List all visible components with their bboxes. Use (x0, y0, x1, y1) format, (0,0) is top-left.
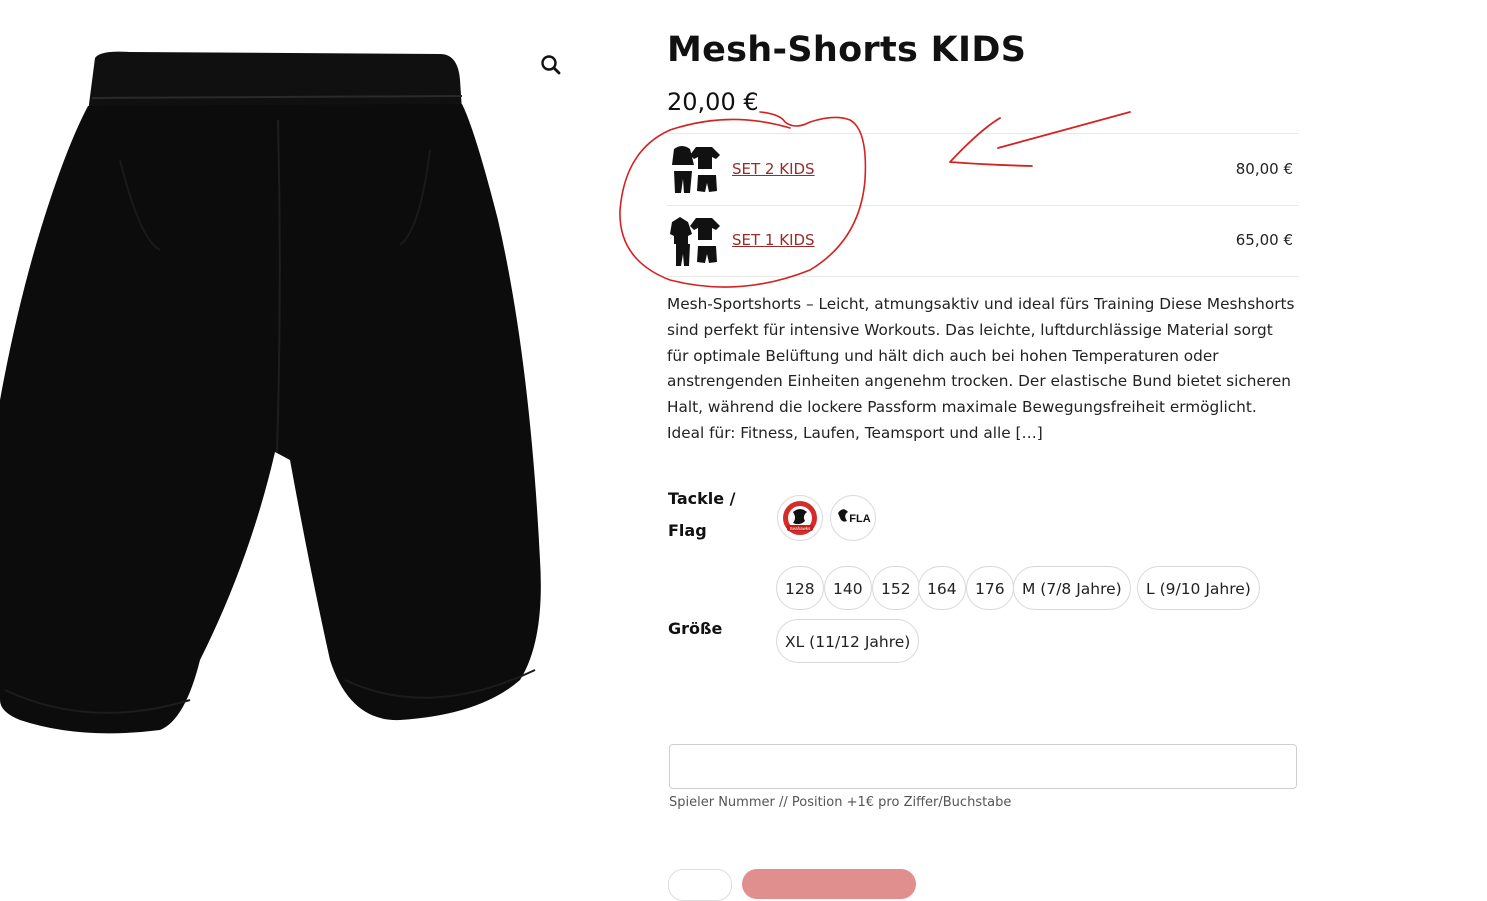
tackle-flag-label-line1: Tackle / (668, 489, 736, 508)
tackle-flag-label: Tackle / Flag (668, 483, 736, 547)
product-image[interactable] (0, 40, 560, 740)
size-option-176[interactable]: 176 (966, 566, 1014, 610)
size-option-xl[interactable]: XL (11/12 Jahre) (776, 619, 920, 663)
divider (667, 133, 1299, 134)
size-option-128[interactable]: 128 (776, 566, 824, 610)
tackle-flag-label-line2: Flag (668, 521, 707, 540)
set-1-kids-price: 65,00 € (1235, 231, 1293, 249)
set-bundle-thumbnail[interactable] (670, 214, 722, 268)
set-2-kids-price: 80,00 € (1235, 160, 1293, 178)
product-price: 20,00 € (667, 88, 759, 116)
annotation-arrow-icon (949, 111, 1131, 167)
size-option-l[interactable]: L (9/10 Jahre) (1137, 566, 1260, 610)
divider (667, 276, 1299, 277)
size-option-140[interactable]: 140 (824, 566, 872, 610)
set-1-kids-link[interactable]: SET 1 KIDS (732, 231, 815, 249)
player-number-input[interactable] (669, 744, 1297, 789)
size-option-m[interactable]: M (7/8 Jahre) (1013, 566, 1131, 610)
magnifier-icon[interactable] (538, 52, 564, 78)
tackle-team-logo[interactable]: Seahawks (777, 495, 823, 541)
product-description: Mesh-Sportshorts – Leicht, atmungsaktiv … (667, 295, 1295, 442)
set-2-kids-link[interactable]: SET 2 KIDS (732, 160, 815, 178)
size-option-164[interactable]: 164 (918, 566, 966, 610)
annotation-circle-icon (619, 111, 867, 288)
player-number-hint: Spieler Nummer // Position +1€ pro Ziffe… (669, 795, 1012, 810)
set-bundle-thumbnail[interactable] (670, 143, 722, 197)
flag-team-logo-text: FLA (849, 513, 870, 525)
tackle-team-logo-text: Seahawks (790, 526, 812, 531)
size-label: Größe (668, 619, 723, 638)
add-to-cart-button[interactable] (742, 869, 916, 899)
size-option-152[interactable]: 152 (872, 566, 920, 610)
flag-team-logo[interactable]: FLA (830, 495, 876, 541)
quantity-input[interactable] (668, 869, 732, 901)
product-title: Mesh-Shorts KIDS (667, 30, 1027, 70)
divider (667, 205, 1299, 206)
